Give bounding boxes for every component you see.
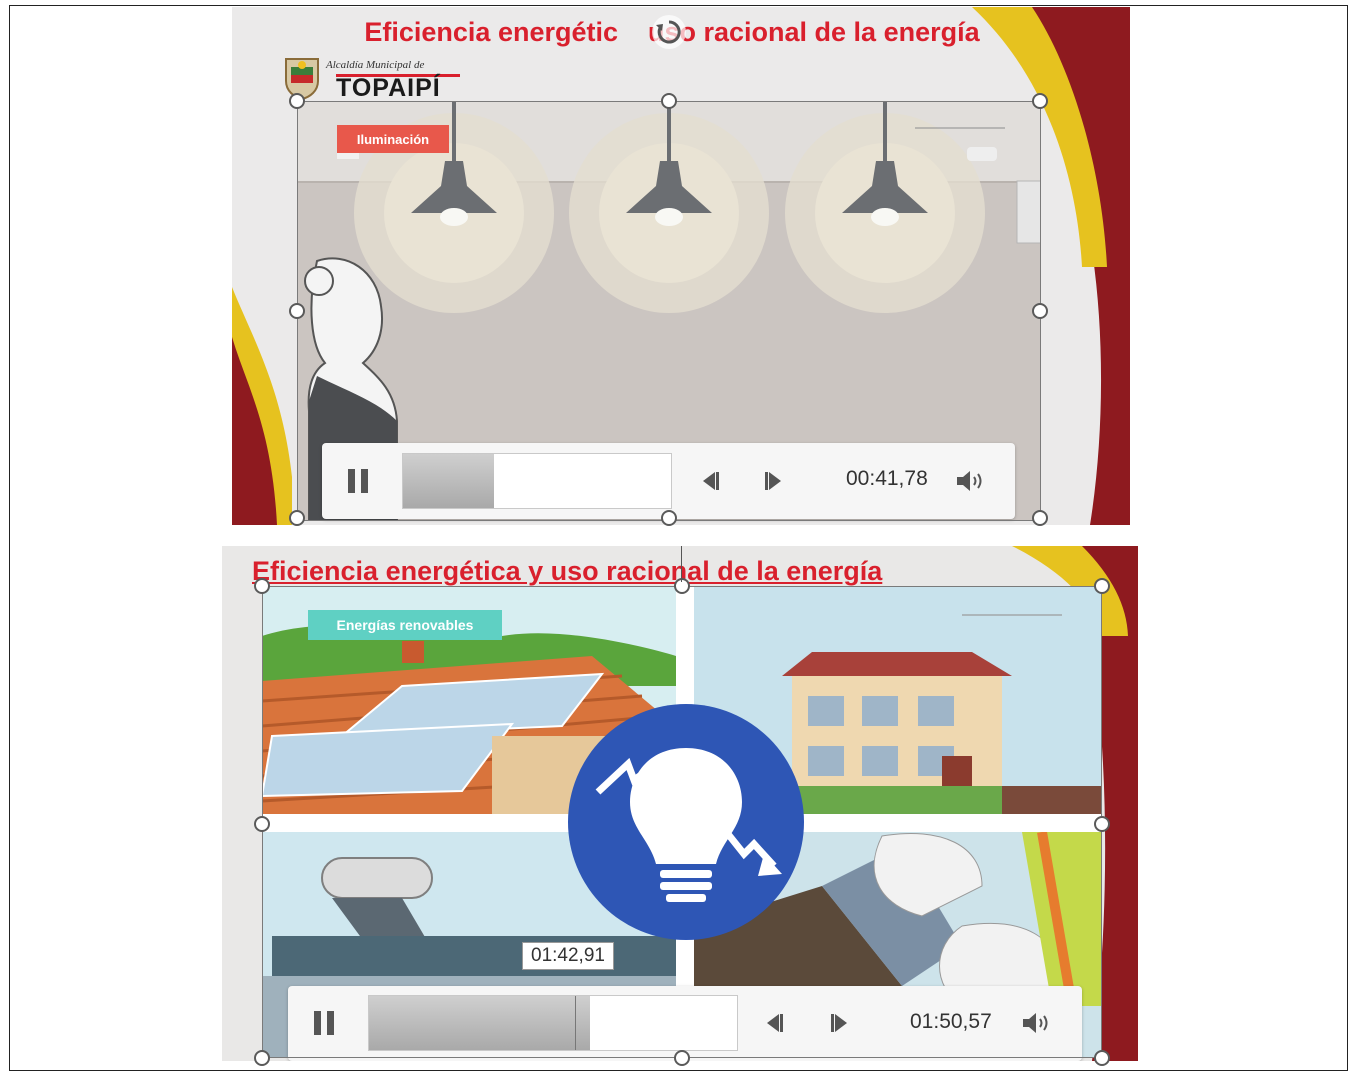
progress-track[interactable] <box>368 995 738 1051</box>
energy-bulb-icon <box>595 748 782 902</box>
pause-button[interactable] <box>310 1007 338 1039</box>
badge-energias-renovables: Energías renovables <box>308 610 502 640</box>
resize-handle-bottom-right[interactable] <box>1094 1050 1110 1066</box>
pause-icon <box>314 1011 334 1035</box>
resize-handle-bottom[interactable] <box>674 1050 690 1066</box>
logo-small-text: Alcaldía Municipal de <box>326 59 425 71</box>
current-time: 01:50,57 <box>910 1010 992 1033</box>
progress-fill <box>369 996 590 1050</box>
resize-handle-bottom-right[interactable] <box>1032 510 1048 526</box>
resize-handle-top-right[interactable] <box>1032 93 1048 109</box>
slide-energias-renovables: Eficiencia energética y uso racional de … <box>222 546 1138 1061</box>
resize-handle-top[interactable] <box>674 578 690 594</box>
hover-marker <box>575 996 577 1050</box>
resize-handle-left[interactable] <box>289 303 305 319</box>
step-forward-icon <box>765 472 781 490</box>
pause-icon <box>348 469 368 493</box>
resize-handle-left[interactable] <box>254 816 270 832</box>
slide-iluminacion: Alcaldía Municipal de TOPAIPÍ Eficiencia… <box>232 7 1130 525</box>
seek-time-tooltip: 01:42,91 <box>522 942 614 970</box>
volume-button[interactable] <box>1020 1009 1054 1037</box>
pause-button[interactable] <box>344 465 372 497</box>
volume-icon <box>1023 1013 1048 1033</box>
watermark-logo <box>962 614 1062 626</box>
resize-handle-bottom[interactable] <box>661 510 677 526</box>
badge-iluminacion: Iluminación <box>337 125 449 153</box>
current-time: 00:41,78 <box>846 467 928 490</box>
resize-handle-top-right[interactable] <box>1094 578 1110 594</box>
resize-handle-right[interactable] <box>1032 303 1048 319</box>
video-controls: 00:41,78 <box>322 443 1015 519</box>
step-forward-button[interactable] <box>760 467 788 495</box>
energy-bulb-badge <box>568 704 804 940</box>
step-back-icon <box>703 472 719 490</box>
resize-handle-bottom-left[interactable] <box>254 1050 270 1066</box>
step-forward-button[interactable] <box>826 1009 854 1037</box>
logo-topaipi: Alcaldía Municipal de TOPAIPÍ <box>282 55 472 102</box>
volume-icon <box>957 471 982 491</box>
watermark-logo <box>915 127 1005 139</box>
resize-handle-top-left[interactable] <box>289 93 305 109</box>
step-back-button[interactable] <box>760 1009 788 1037</box>
resize-handle-right[interactable] <box>1094 816 1110 832</box>
progress-fill <box>403 454 495 508</box>
resize-handle-top-left[interactable] <box>254 578 270 594</box>
logo-big-text: TOPAIPÍ <box>336 74 441 102</box>
progress-track[interactable] <box>402 453 672 509</box>
step-back-button[interactable] <box>696 467 724 495</box>
rotate-handle-line <box>681 546 682 582</box>
step-forward-icon <box>831 1014 847 1032</box>
resize-handle-top[interactable] <box>661 93 677 109</box>
resize-handle-bottom-left[interactable] <box>289 510 305 526</box>
volume-button[interactable] <box>954 467 988 495</box>
rotate-handle-icon <box>656 20 681 44</box>
rotate-handle[interactable] <box>652 15 686 49</box>
step-back-icon <box>767 1014 783 1032</box>
slide-title[interactable]: Eficiencia energética y uso racional de … <box>252 554 992 588</box>
